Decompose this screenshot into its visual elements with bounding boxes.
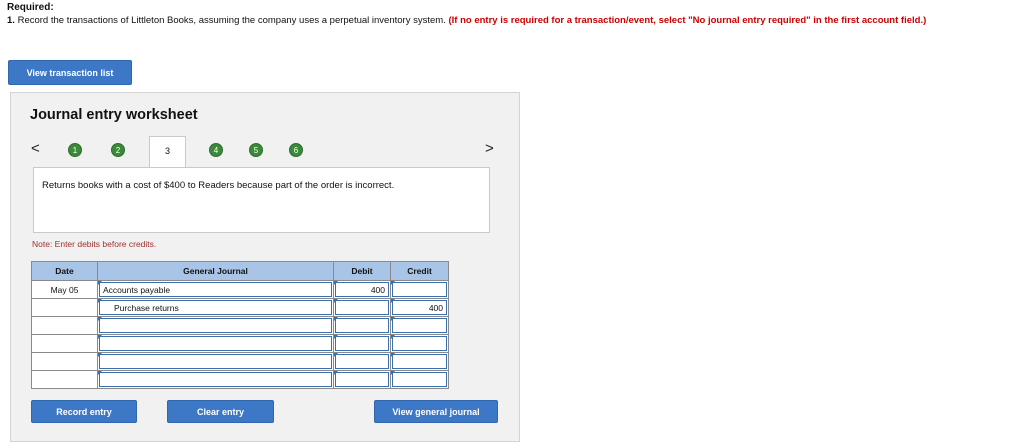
header-credit: Credit	[390, 261, 449, 281]
debit-cell[interactable]	[333, 352, 391, 371]
credit-cell[interactable]	[390, 352, 449, 371]
account-input[interactable]: Accounts payable	[99, 282, 332, 297]
credit-cell[interactable]	[390, 316, 449, 335]
required-instructions: 1. Record the transactions of Littleton …	[7, 15, 1019, 27]
date-cell: May 05	[31, 280, 98, 299]
input-marker-icon	[391, 317, 395, 321]
credit-cell[interactable]	[390, 334, 449, 353]
account-cell[interactable]	[97, 334, 334, 353]
debit-cell[interactable]: 400	[333, 280, 391, 299]
prev-arrow-icon[interactable]: <	[31, 140, 40, 157]
account-input[interactable]	[99, 372, 332, 387]
debit-input[interactable]	[335, 372, 389, 387]
account-cell[interactable]: Accounts payable	[97, 280, 334, 299]
input-marker-icon	[391, 371, 395, 375]
input-marker-icon	[334, 353, 338, 357]
table-row	[31, 370, 449, 389]
debit-cell[interactable]	[333, 298, 391, 317]
step-6-button[interactable]: 6	[289, 143, 303, 157]
debit-input[interactable]	[335, 300, 389, 315]
date-cell	[31, 352, 98, 371]
account-cell[interactable]	[97, 316, 334, 335]
view-transaction-list-button[interactable]: View transaction list	[8, 60, 132, 85]
dropdown-marker-icon	[98, 335, 102, 339]
journal-header-row: Date General Journal Debit Credit	[31, 261, 449, 281]
debit-input[interactable]: 400	[335, 282, 389, 297]
credit-input[interactable]	[392, 354, 447, 369]
credit-cell[interactable]	[390, 280, 449, 299]
table-row	[31, 334, 449, 353]
input-marker-icon	[334, 281, 338, 285]
dropdown-marker-icon	[98, 281, 102, 285]
header-date: Date	[31, 261, 98, 281]
header-debit: Debit	[333, 261, 391, 281]
input-marker-icon	[391, 335, 395, 339]
journal-table: Date General Journal Debit Credit May 05…	[31, 261, 449, 389]
debit-input[interactable]	[335, 354, 389, 369]
account-cell[interactable]	[97, 352, 334, 371]
record-entry-button[interactable]: Record entry	[31, 400, 137, 423]
input-marker-icon	[334, 299, 338, 303]
input-marker-icon	[334, 371, 338, 375]
account-cell[interactable]: Purchase returns	[97, 298, 334, 317]
date-cell	[31, 298, 98, 317]
transaction-description: Returns books with a cost of $400 to Rea…	[33, 167, 490, 233]
table-row: Purchase returns 400	[31, 298, 449, 317]
header-general-journal: General Journal	[97, 261, 334, 281]
required-number: 1.	[7, 15, 15, 26]
worksheet-title: Journal entry worksheet	[30, 107, 198, 123]
credit-input[interactable]	[392, 282, 447, 297]
dropdown-marker-icon	[98, 299, 102, 303]
account-input[interactable]	[99, 336, 332, 351]
next-arrow-icon[interactable]: >	[485, 140, 494, 157]
date-cell	[31, 316, 98, 335]
dropdown-marker-icon	[98, 317, 102, 321]
date-cell	[31, 334, 98, 353]
required-note: (If no entry is required for a transacti…	[448, 15, 927, 26]
step-2-button[interactable]: 2	[111, 143, 125, 157]
input-marker-icon	[391, 281, 395, 285]
input-marker-icon	[334, 317, 338, 321]
account-input[interactable]: Purchase returns	[99, 300, 332, 315]
step-5-button[interactable]: 5	[249, 143, 263, 157]
step-3-tab-current[interactable]: 3	[149, 136, 186, 168]
debit-cell[interactable]	[333, 316, 391, 335]
dropdown-marker-icon	[98, 371, 102, 375]
credit-input[interactable]	[392, 372, 447, 387]
account-cell[interactable]	[97, 370, 334, 389]
debits-before-credits-note: Note: Enter debits before credits.	[32, 239, 157, 249]
input-marker-icon	[391, 299, 395, 303]
credit-input[interactable]: 400	[392, 300, 447, 315]
transaction-description-text: Returns books with a cost of $400 to Rea…	[42, 180, 395, 191]
account-input[interactable]	[99, 354, 332, 369]
dropdown-marker-icon	[98, 353, 102, 357]
debit-cell[interactable]	[333, 370, 391, 389]
input-marker-icon	[391, 353, 395, 357]
table-row: May 05 Accounts payable 400	[31, 280, 449, 299]
credit-cell[interactable]	[390, 370, 449, 389]
table-row	[31, 352, 449, 371]
credit-input[interactable]	[392, 318, 447, 333]
debit-cell[interactable]	[333, 334, 391, 353]
debit-input[interactable]	[335, 318, 389, 333]
input-marker-icon	[334, 335, 338, 339]
credit-cell[interactable]: 400	[390, 298, 449, 317]
table-row	[31, 316, 449, 335]
credit-input[interactable]	[392, 336, 447, 351]
date-cell	[31, 370, 98, 389]
step-4-button[interactable]: 4	[209, 143, 223, 157]
required-text: Record the transactions of Littleton Boo…	[17, 15, 446, 26]
clear-entry-button[interactable]: Clear entry	[167, 400, 274, 423]
account-input[interactable]	[99, 318, 332, 333]
step-1-button[interactable]: 1	[68, 143, 82, 157]
debit-input[interactable]	[335, 336, 389, 351]
required-heading: Required:	[7, 2, 54, 13]
view-general-journal-button[interactable]: View general journal	[374, 400, 498, 423]
